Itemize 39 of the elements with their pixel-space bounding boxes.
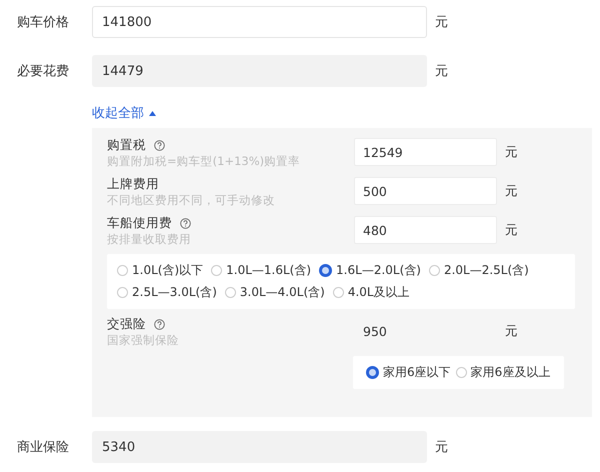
unit-label: 元	[505, 323, 518, 340]
radio-option[interactable]: 家用6座及以上	[456, 364, 550, 381]
radio-button[interactable]	[319, 264, 332, 277]
radio-option[interactable]: 家用6座以下	[366, 364, 451, 381]
input-field[interactable]: 12549	[354, 138, 497, 166]
radio-option[interactable]: 1.0L(含)以下	[117, 262, 204, 279]
unit-label: 元	[505, 183, 518, 200]
radio-option[interactable]: 2.0L—2.5L(含)	[428, 262, 529, 279]
radio-option[interactable]: 3.0L—4.0L(含)	[224, 284, 325, 301]
item-label: 上牌费用	[107, 176, 159, 192]
collapse-toggle[interactable]: 收起全部	[92, 103, 156, 123]
unit-label: 元	[435, 439, 448, 456]
unit-label: 元	[435, 14, 448, 31]
help-icon[interactable]	[154, 140, 165, 150]
item-label: 购置税	[107, 136, 146, 154]
item-label: 车船使用费	[107, 214, 172, 232]
input-field[interactable]: 5340	[92, 431, 427, 463]
help-icon[interactable]	[180, 218, 191, 228]
item-label: 交强险	[107, 316, 146, 332]
item-note: 购置附加税=购车型(1+13%)购置率	[107, 154, 302, 169]
item-note: 国家强制保险	[107, 333, 180, 348]
item-note: 按排量收取费用	[107, 232, 192, 247]
radio-option[interactable]: 1.0L—1.6L(含)	[211, 262, 312, 279]
item-note: 不同地区费用不同，可手动修改	[107, 193, 276, 208]
input-field[interactable]: 14479	[92, 55, 427, 87]
field-label: 商业保险	[17, 439, 70, 456]
input-field[interactable]: 500	[354, 177, 497, 205]
help-icon[interactable]	[154, 318, 165, 330]
input-field[interactable]: 141800	[92, 6, 427, 38]
unit-label: 元	[435, 63, 448, 80]
radio-option[interactable]: 1.6L—2.0L(含)	[319, 262, 421, 279]
radio-option[interactable]: 4.0L及以上	[332, 284, 410, 301]
field-label: 必要花费	[17, 63, 70, 80]
radio-button[interactable]	[366, 366, 379, 379]
unit-label: 元	[505, 144, 518, 161]
radio-option[interactable]: 2.5L—3.0L(含)	[117, 284, 217, 301]
unit-label: 元	[505, 222, 518, 239]
input-field[interactable]: 480	[354, 216, 497, 244]
field-label: 购车价格	[17, 14, 70, 31]
